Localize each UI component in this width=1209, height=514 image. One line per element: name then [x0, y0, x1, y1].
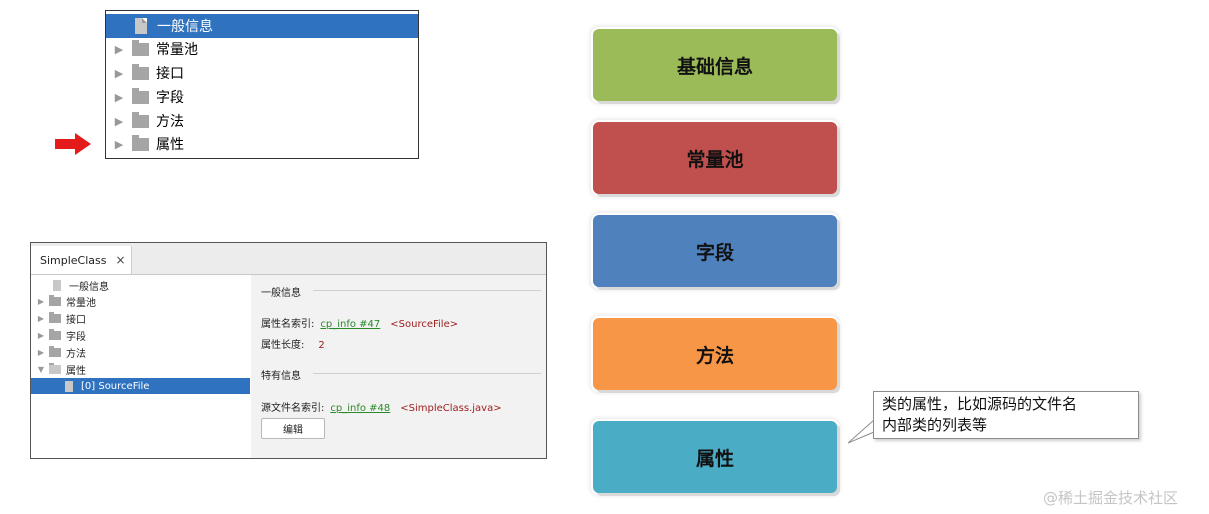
expand-arrow-icon[interactable]: ▶ — [106, 91, 132, 104]
tree-item-label: 常量池 — [66, 297, 96, 309]
document-icon — [65, 380, 73, 392]
structure-tree-pane: 一般信息 ▶ 常量池 ▶ 接口 ▶ 字段 ▶ 方法 ▼ 属性 [0] Sourc… — [31, 275, 250, 458]
cp-info-48-link[interactable]: cp_info #48 — [330, 403, 390, 414]
tree-item-attributes[interactable]: ▶ 属性 — [106, 132, 418, 156]
expand-arrow-icon[interactable]: ▶ — [33, 348, 49, 357]
tree-item-methods[interactable]: ▶ 方法 — [31, 344, 250, 360]
tree-item-label: 接口 — [156, 66, 184, 82]
expand-arrow-icon[interactable]: ▶ — [33, 314, 49, 323]
attribute-length-label: 属性长度: — [261, 340, 305, 351]
attribute-name-value: <SourceFile> — [390, 319, 459, 330]
tree-item-label: 属性 — [156, 137, 184, 153]
tree-item-fields[interactable]: ▶ 字段 — [31, 327, 250, 343]
tree-item-sourcefile[interactable]: [0] SourceFile — [31, 378, 250, 394]
tab-label: SimpleClass — [40, 253, 107, 267]
expand-arrow-icon[interactable]: ▶ — [33, 297, 49, 306]
cp-info-47-link[interactable]: cp_info #47 — [320, 319, 380, 330]
callout-line-2: 内部类的列表等 — [882, 416, 988, 434]
general-info-section-title: 一般信息 — [261, 288, 301, 299]
callout-line-1: 类的属性，比如源码的文件名 — [882, 395, 1078, 413]
detail-pane: 一般信息 属性名索引: cp_info #47 <SourceFile> 属性长度:… — [251, 275, 546, 458]
folder-icon — [49, 345, 61, 357]
folder-icon — [132, 39, 149, 56]
tree-item-label: 一般信息 — [69, 281, 109, 293]
close-icon[interactable]: × — [116, 253, 126, 267]
tree-item-constant-pool[interactable]: ▶ 常量池 — [106, 37, 418, 61]
watermark: @稀土掘金技术社区 — [1043, 489, 1179, 507]
edit-button[interactable]: 编辑 — [261, 418, 325, 439]
folder-icon — [132, 63, 149, 80]
expand-arrow-icon[interactable]: ▶ — [106, 138, 132, 151]
attribute-length-value: 2 — [318, 340, 325, 351]
specific-info-section-title: 特有信息 — [261, 371, 301, 382]
source-file-value: <SimpleClass.java> — [400, 403, 502, 414]
tree-item-label: 常量池 — [156, 42, 198, 58]
tree-item-label: 属性 — [66, 365, 86, 377]
box-attributes: 属性 — [593, 421, 837, 493]
expand-arrow-icon[interactable]: ▶ — [106, 67, 132, 80]
tree-item-interfaces[interactable]: ▶ 接口 — [31, 310, 250, 326]
tree-item-general-info[interactable]: 一般信息 — [106, 14, 418, 38]
attribute-length-row: 属性长度: 2 — [261, 336, 325, 351]
tree-item-attributes[interactable]: ▼ 属性 — [31, 361, 250, 377]
folder-icon — [132, 87, 149, 104]
tree-item-label: 字段 — [66, 331, 86, 343]
tree-item-fields[interactable]: ▶ 字段 — [106, 85, 418, 109]
tree-item-label: 方法 — [156, 114, 184, 130]
attribute-name-index-label: 属性名索引: — [261, 319, 315, 330]
document-icon — [53, 279, 61, 291]
expand-arrow-icon[interactable]: ▶ — [106, 115, 132, 128]
tree-item-label: 接口 — [66, 314, 86, 326]
attributes-callout: 类的属性，比如源码的文件名 内部类的列表等 — [873, 391, 1139, 439]
expand-arrow-icon[interactable]: ▶ — [106, 43, 132, 56]
class-structure-tree: 一般信息 ▶ 常量池 ▶ 接口 ▶ 字段 ▶ 方法 ▶ 属性 — [105, 10, 419, 159]
tree-item-general-info[interactable]: 一般信息 — [31, 277, 250, 293]
section-divider — [313, 290, 541, 291]
tree-item-label: 方法 — [66, 348, 86, 360]
tab-bar: SimpleClass × — [31, 243, 546, 275]
tree-item-label: 一般信息 — [157, 19, 213, 35]
folder-icon — [49, 328, 61, 340]
folder-icon — [132, 111, 149, 128]
collapse-arrow-icon[interactable]: ▼ — [33, 365, 49, 374]
box-constant-pool: 常量池 — [593, 122, 837, 194]
folder-icon — [49, 311, 61, 323]
open-folder-icon — [49, 362, 61, 374]
class-viewer-window: SimpleClass × 一般信息 ▶ 常量池 ▶ 接口 ▶ 字段 ▶ 方法 — [30, 242, 547, 459]
red-arrow-icon — [55, 133, 91, 155]
source-file-index-row: 源文件名索引: cp_info #48 <SimpleClass.java> — [261, 399, 502, 414]
box-basic-info: 基础信息 — [593, 29, 837, 101]
attribute-name-index-row: 属性名索引: cp_info #47 <SourceFile> — [261, 315, 458, 330]
box-methods: 方法 — [593, 318, 837, 390]
tree-item-label: [0] SourceFile — [81, 380, 150, 392]
folder-icon — [49, 294, 61, 306]
tree-item-label: 字段 — [156, 90, 184, 106]
tree-item-methods[interactable]: ▶ 方法 — [106, 109, 418, 133]
expand-arrow-icon[interactable]: ▶ — [33, 331, 49, 340]
tab-simpleclass[interactable]: SimpleClass × — [31, 246, 132, 274]
document-icon — [135, 18, 147, 34]
source-file-index-label: 源文件名索引: — [261, 403, 325, 414]
box-fields: 字段 — [593, 215, 837, 287]
tree-item-constant-pool[interactable]: ▶ 常量池 — [31, 293, 250, 309]
section-divider — [313, 373, 541, 374]
folder-icon — [132, 134, 149, 151]
tree-item-interfaces[interactable]: ▶ 接口 — [106, 61, 418, 85]
